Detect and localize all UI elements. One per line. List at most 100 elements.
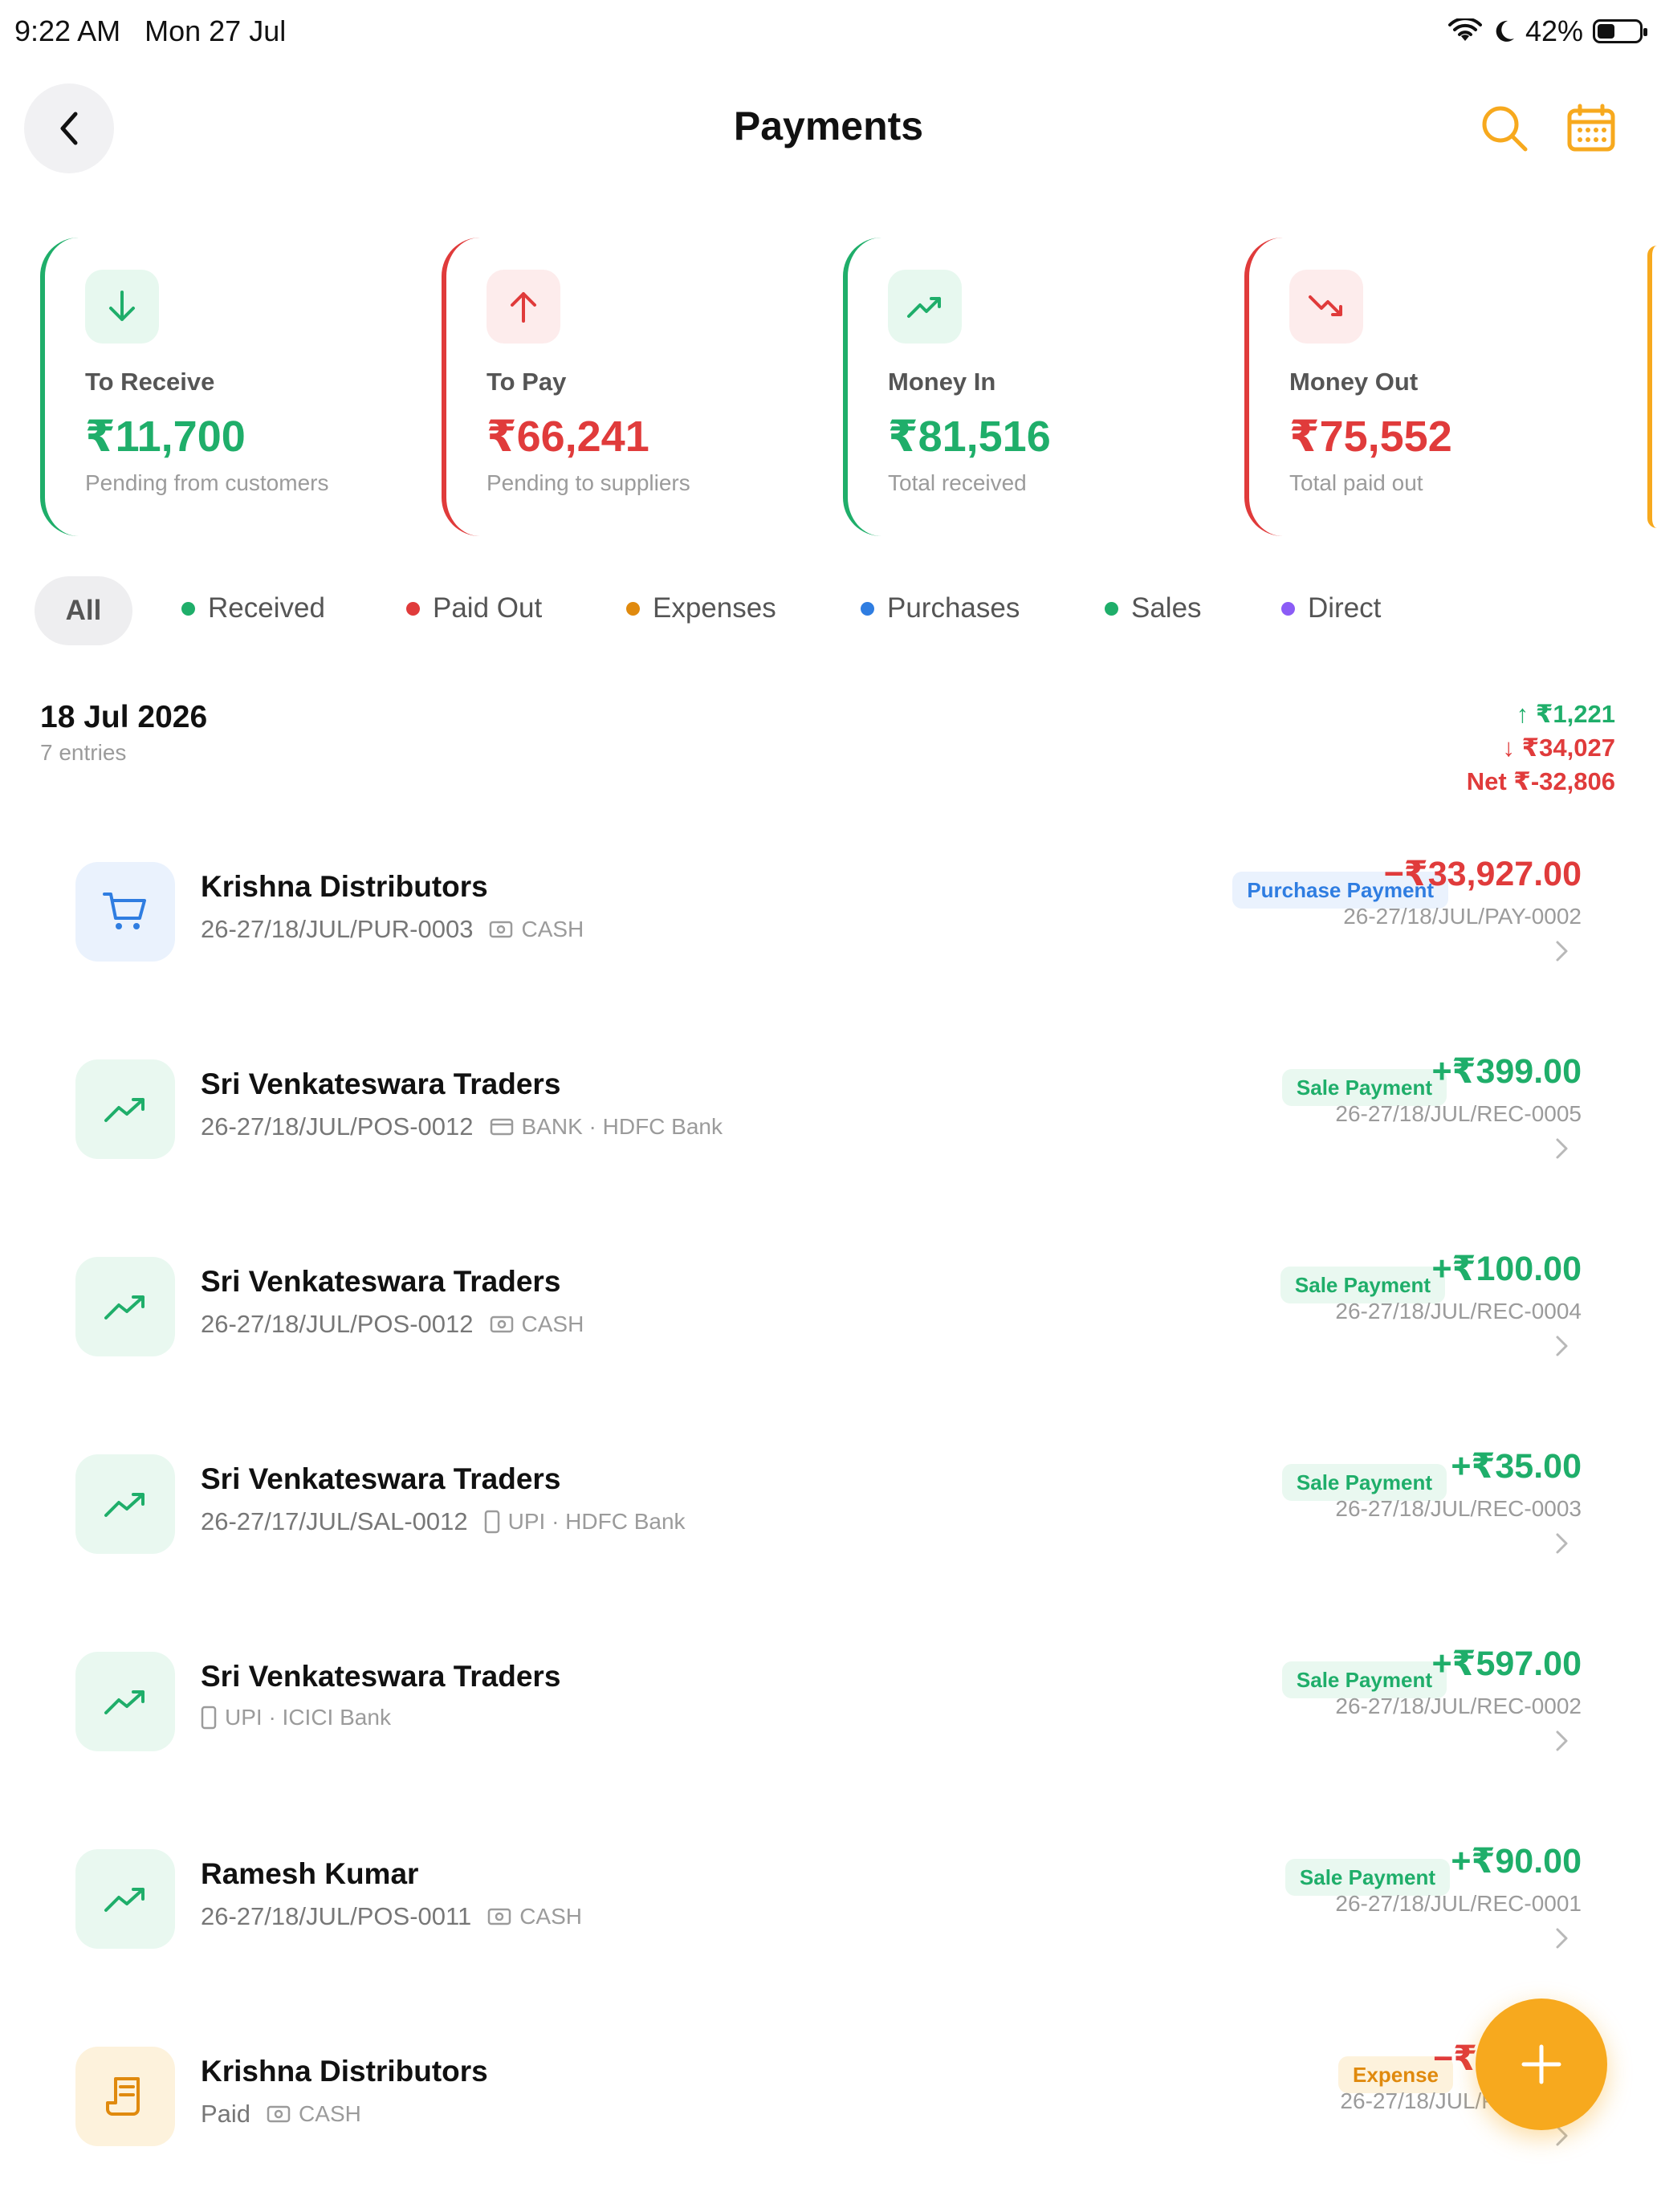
- row-amount: +₹597.00: [1431, 1645, 1582, 1683]
- card-label: To Pay: [487, 368, 567, 396]
- payment-row[interactable]: Krishna Distributors Paid CASH Expense −…: [0, 2015, 1657, 2212]
- filter-label: Purchases: [887, 592, 1020, 624]
- group-total-out: ↓ ₹34,027: [1502, 734, 1616, 762]
- method-label: CASH: [519, 1904, 582, 1929]
- filter-label: Expenses: [653, 592, 776, 624]
- status-clock: 9:22 AM: [14, 14, 121, 47]
- sales-dot: [1105, 601, 1118, 616]
- filter-purchases[interactable]: Purchases: [861, 592, 1020, 624]
- filter-direct[interactable]: Direct: [1281, 592, 1381, 624]
- card-value: ₹81,516: [888, 413, 1051, 461]
- document-number: 26-27/17/JUL/SAL-0012: [201, 1507, 468, 1535]
- method-label: CASH: [299, 2101, 361, 2126]
- trend-down-icon: [1289, 270, 1363, 344]
- plus-icon: [1521, 2044, 1561, 2084]
- search-icon[interactable]: [1479, 103, 1530, 154]
- row-amount: +₹90.00: [1451, 1842, 1582, 1881]
- payment-reference: 26-27/18/JUL/PAY-0002: [1343, 904, 1582, 929]
- received-dot: [181, 601, 195, 616]
- chevron-right-icon: [1556, 1138, 1568, 1159]
- payment-reference: 26-27/18/JUL/REC-0005: [1335, 1101, 1582, 1126]
- trend-up-icon: [75, 1849, 175, 1949]
- filter-received[interactable]: Received: [181, 592, 325, 624]
- arrow-down-icon: [85, 270, 159, 344]
- row-meta: 26-27/18/JUL/POS-0011 CASH: [201, 1902, 582, 1931]
- trend-up-icon: [75, 1454, 175, 1554]
- group-entries: 7 entries: [40, 740, 127, 765]
- filter-paid-out[interactable]: Paid Out: [406, 592, 542, 624]
- document-number: 26-27/18/JUL/PUR-0003: [201, 915, 474, 943]
- filter-label: Direct: [1308, 592, 1382, 624]
- payment-method: CASH: [267, 2101, 361, 2127]
- payment-row[interactable]: Sri Venkateswara Traders 26-27/18/JUL/PO…: [0, 1027, 1657, 1225]
- party-name: Sri Venkateswara Traders: [201, 1660, 561, 1693]
- battery-percent: 42%: [1525, 14, 1583, 47]
- cash-icon: [267, 2105, 291, 2123]
- card-label: Money Out: [1289, 368, 1419, 396]
- row-amount: −₹33,927.00: [1383, 855, 1582, 893]
- card-value: ₹11,700: [85, 413, 246, 461]
- method-label: CASH: [521, 1311, 584, 1336]
- filter-expenses[interactable]: Expenses: [626, 592, 776, 624]
- status-time: 9:22 AM Mon 27 Jul: [14, 14, 286, 48]
- card-subtitle: Pending from customers: [85, 470, 329, 495]
- trend-up-icon: [75, 1652, 175, 1751]
- filter-all[interactable]: All: [35, 576, 132, 645]
- payment-reference: 26-27/18/JUL/P: [1340, 2088, 1496, 2113]
- method-label: CASH: [521, 917, 584, 941]
- trend-up-icon: [75, 1059, 175, 1159]
- payment-method: CASH: [487, 1904, 582, 1929]
- card-to-pay[interactable]: To Pay ₹66,241 Pending to suppliers: [442, 238, 819, 536]
- card-subtitle: Pending to suppliers: [487, 470, 690, 495]
- card-value: ₹66,241: [487, 413, 649, 461]
- payment-row[interactable]: Sri Venkateswara Traders 26-27/17/JUL/SA…: [0, 1422, 1657, 1620]
- row-amount: +₹100.00: [1431, 1250, 1582, 1288]
- payment-reference: 26-27/18/JUL/REC-0002: [1335, 1694, 1582, 1718]
- calendar-icon[interactable]: [1565, 103, 1617, 154]
- card-to-receive[interactable]: To Receive ₹11,700 Pending from customer…: [40, 238, 417, 536]
- payment-row[interactable]: Sri Venkateswara Traders 26-27/18/JUL/PO…: [0, 1225, 1657, 1422]
- card-label: To Receive: [85, 368, 215, 396]
- row-meta: 26-27/18/JUL/POS-0012 CASH: [201, 1310, 584, 1339]
- payment-row[interactable]: Sri Venkateswara Traders UPI · ICICI Ban…: [0, 1620, 1657, 1817]
- method-label: UPI · ICICI Bank: [225, 1705, 391, 1730]
- battery-fill: [1598, 24, 1614, 39]
- cash-icon: [487, 1908, 511, 1925]
- add-payment-button[interactable]: [1476, 1999, 1607, 2130]
- row-amount: +₹35.00: [1451, 1447, 1582, 1486]
- status-indicators: 42%: [1447, 14, 1647, 48]
- row-meta: 26-27/18/JUL/POS-0012 BANK · HDFC Bank: [201, 1112, 723, 1141]
- party-name: Sri Venkateswara Traders: [201, 1265, 561, 1298]
- filter-sales[interactable]: Sales: [1105, 592, 1202, 624]
- card-subtitle: Total received: [888, 470, 1027, 495]
- payment-method: CASH: [489, 917, 584, 942]
- cart-icon: [75, 862, 175, 962]
- row-meta: Paid CASH: [201, 2100, 361, 2129]
- arrow-up-icon: [487, 270, 560, 344]
- group-date: 18 Jul 2026: [40, 700, 208, 734]
- battery-icon: [1593, 19, 1647, 43]
- row-meta: 26-27/18/JUL/PUR-0003 CASH: [201, 915, 584, 944]
- method-label: UPI · HDFC Bank: [507, 1509, 686, 1534]
- party-name: Ramesh Kumar: [201, 1857, 419, 1890]
- chevron-right-icon: [1556, 1336, 1568, 1356]
- payment-method: CASH: [490, 1311, 584, 1337]
- chevron-right-icon: [1556, 1928, 1568, 1949]
- payment-row[interactable]: Ramesh Kumar 26-27/18/JUL/POS-0011 CASH …: [0, 1817, 1657, 2015]
- card-subtitle: Total paid out: [1289, 470, 1423, 495]
- wifi-icon: [1447, 18, 1482, 41]
- moon-icon: [1496, 20, 1514, 42]
- payment-method: BANK · HDFC Bank: [490, 1114, 723, 1140]
- trend-up-icon: [888, 270, 962, 344]
- payment-row[interactable]: Krishna Distributors 26-27/18/JUL/PUR-00…: [0, 830, 1657, 1027]
- page-title: Payments: [733, 104, 924, 148]
- paid-out-dot: [406, 601, 420, 616]
- card-money-in[interactable]: Money In ₹81,516 Total received: [843, 238, 1220, 536]
- cash-icon: [490, 1315, 513, 1333]
- row-meta: UPI · ICICI Bank: [201, 1705, 391, 1730]
- cash-icon: [490, 921, 513, 938]
- party-name: Krishna Distributors: [201, 2055, 488, 2088]
- card-money-out[interactable]: Money Out ₹75,552 Total paid out: [1244, 238, 1622, 536]
- row-meta: 26-27/17/JUL/SAL-0012 UPI · HDFC Bank: [201, 1507, 686, 1536]
- party-name: Sri Venkateswara Traders: [201, 1462, 561, 1495]
